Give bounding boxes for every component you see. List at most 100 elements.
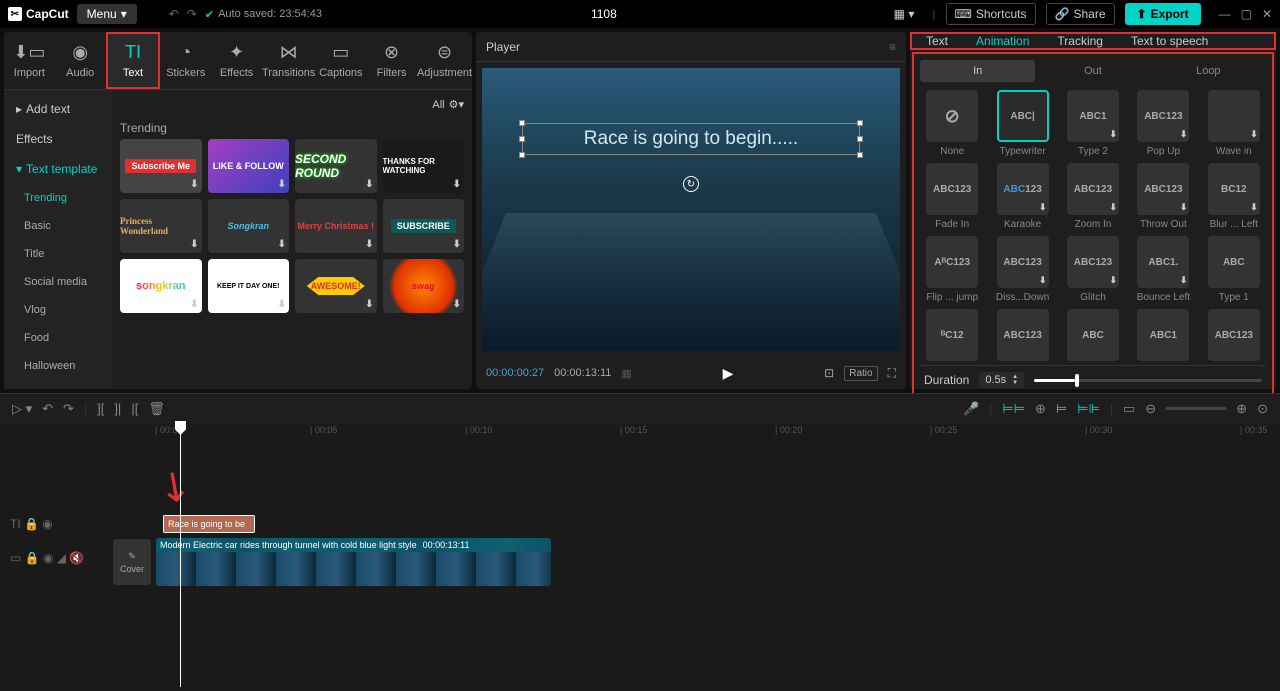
tab-stickers[interactable]: ◔Stickers (160, 32, 211, 89)
sidebar-sub-trending[interactable]: Trending (4, 184, 112, 212)
download-icon[interactable]: ⬇ (1109, 275, 1117, 286)
animation-item[interactable]: ABCType 1 (1202, 236, 1266, 303)
tab-import[interactable]: ⬇▭Import (4, 32, 55, 89)
magnet-tool[interactable]: ⊨ (1056, 401, 1067, 417)
template-item[interactable]: Subscribe Me⬇ (120, 139, 202, 193)
playhead-line[interactable] (180, 423, 181, 687)
download-icon[interactable]: ⬇ (278, 239, 286, 250)
sidebar-add-text[interactable]: ▸ Add text (4, 94, 112, 124)
shortcuts-button[interactable]: ⌨ Shortcuts (946, 3, 1036, 25)
download-icon[interactable]: ⬇ (1180, 275, 1188, 286)
animation-item[interactable]: BC12⬇Blur ... Left (1202, 163, 1266, 230)
anim-subtab-loop[interactable]: Loop (1151, 60, 1266, 82)
animation-item[interactable]: ABC123 (990, 309, 1054, 361)
duration-slider[interactable] (1034, 379, 1262, 382)
anim-subtab-out[interactable]: Out (1035, 60, 1150, 82)
undo-tl[interactable]: ↶ (42, 401, 53, 417)
sidebar-sub-vlog[interactable]: Vlog (4, 296, 112, 324)
text-track-controls[interactable]: TI 🔒 ◉ (0, 515, 108, 533)
redo-tl[interactable]: ↷ (63, 401, 74, 417)
animation-item[interactable]: ABC1⬇Type 2 (1061, 90, 1125, 157)
text-clip[interactable]: Race is going to be (163, 515, 255, 533)
link-tool[interactable]: ⊨⊫ (1077, 401, 1100, 417)
rtab-tracking[interactable]: Tracking (1043, 34, 1117, 48)
rtab-text[interactable]: Text (912, 34, 962, 48)
animation-item[interactable]: ⊘None (920, 90, 984, 157)
tab-transitions[interactable]: ⋈Transitions (262, 32, 315, 89)
animation-item[interactable]: ᴮC12 (920, 309, 984, 361)
download-icon[interactable]: ⬇ (190, 239, 198, 250)
download-icon[interactable]: ⬇ (190, 299, 198, 310)
download-icon[interactable]: ⬇ (453, 239, 461, 250)
download-icon[interactable]: ⬇ (1109, 129, 1117, 140)
sidebar-sub-food[interactable]: Food (4, 324, 112, 352)
download-icon[interactable]: ⬇ (1039, 202, 1047, 213)
sidebar-sub-title[interactable]: Title (4, 240, 112, 268)
download-icon[interactable]: ⬇ (365, 239, 373, 250)
download-icon[interactable]: ⬇ (365, 179, 373, 190)
animation-item[interactable]: ABC1 (1131, 309, 1195, 361)
snap-tool-2[interactable]: ⊕ (1035, 401, 1046, 417)
tab-filters[interactable]: ⊗Filters (366, 32, 417, 89)
download-icon[interactable]: ⬇ (1180, 202, 1188, 213)
animation-item[interactable]: ABC123⬇Karaoke (990, 163, 1054, 230)
download-icon[interactable]: ⬇ (1250, 202, 1258, 213)
preview-tool[interactable]: ▭ (1123, 401, 1135, 417)
cover-button[interactable]: ✎ Cover (113, 539, 151, 585)
rotate-handle[interactable]: ↻ (683, 176, 699, 192)
animation-item[interactable]: ABC123⬇Glitch (1061, 236, 1125, 303)
animation-item[interactable]: ABC123 (1202, 309, 1266, 361)
sidebar-sub-basic[interactable]: Basic (4, 212, 112, 240)
sidebar-sub-halloween[interactable]: Halloween (4, 352, 112, 380)
rtab-animation[interactable]: Animation (962, 34, 1043, 48)
tab-audio[interactable]: ◉Audio (55, 32, 106, 89)
download-icon[interactable]: ⬇ (278, 179, 286, 190)
template-item[interactable]: Merry Christmas !⬇ (295, 199, 377, 253)
video-track-controls[interactable]: ▭ 🔒 ◉ ◢ 🔇 (0, 533, 108, 583)
zoom-in-tool[interactable]: ⊕ (1236, 401, 1247, 417)
template-item[interactable]: SUBSCRIBE⬇ (383, 199, 465, 253)
menu-button[interactable]: Menu▾ (77, 4, 137, 24)
tab-adjustment[interactable]: ⊜Adjustment (417, 32, 472, 89)
download-icon[interactable]: ⬇ (278, 299, 286, 310)
template-item[interactable]: THANKS FOR WATCHING⬇ (383, 139, 465, 193)
rtab-tts[interactable]: Text to speech (1117, 34, 1222, 48)
maximize-button[interactable]: ▢ (1241, 7, 1252, 21)
play-button[interactable]: ▶ (642, 365, 814, 382)
layout-button[interactable]: ▦ ▾ (886, 4, 923, 24)
player-menu-icon[interactable]: ≡ (889, 40, 896, 54)
split-tool[interactable]: ][ (97, 401, 104, 416)
split-left-tool[interactable]: ]| (114, 401, 121, 416)
download-icon[interactable]: ⬇ (453, 299, 461, 310)
tab-text[interactable]: TIText (106, 32, 161, 89)
mic-tool[interactable]: 🎤 (963, 401, 979, 417)
template-item[interactable]: LIKE & FOLLOW⬇ (208, 139, 290, 193)
sidebar-sub-social[interactable]: Social media (4, 268, 112, 296)
player-viewport[interactable]: Race is going to begin..... ↻ (482, 68, 900, 351)
sidebar-effects[interactable]: Effects (4, 124, 112, 154)
minimize-button[interactable]: — (1219, 7, 1231, 21)
redo-icon[interactable]: ↷ (187, 7, 197, 21)
share-button[interactable]: 🔗 Share (1046, 3, 1115, 25)
template-item[interactable]: swag⬇ (383, 259, 465, 313)
tab-captions[interactable]: ▭Captions (315, 32, 366, 89)
fullscreen-icon[interactable]: ⛶ (888, 366, 896, 381)
stepper-down-icon[interactable]: ▼ (1012, 380, 1018, 386)
download-icon[interactable]: ⬇ (453, 179, 461, 190)
template-item[interactable]: songkran⬇ (120, 259, 202, 313)
quality-icon[interactable]: ▦ (621, 367, 631, 380)
download-icon[interactable]: ⬇ (365, 299, 373, 310)
timeline-ruler[interactable]: | 00:00| 00:05| 00:10| 00:15| 00:20| 00:… (0, 423, 1280, 443)
cursor-tool[interactable]: ▷ ▾ (12, 401, 32, 417)
animation-item[interactable]: ABC (1061, 309, 1125, 361)
frame-icon[interactable]: ⊡ (824, 366, 834, 381)
template-item[interactable]: KEEP IT DAY ONE!⬇ (208, 259, 290, 313)
ratio-button[interactable]: Ratio (844, 366, 877, 381)
animation-item[interactable]: AᴮC123Flip ... jump (920, 236, 984, 303)
animation-item[interactable]: ABC123⬇Throw Out (1131, 163, 1195, 230)
animation-item[interactable]: ABC123⬇Diss...Down (990, 236, 1054, 303)
delete-tool[interactable]: 🗑 (148, 401, 165, 417)
video-clip[interactable]: Modern Electric car rides through tunnel… (156, 538, 551, 586)
snap-tool-1[interactable]: ⊨⊨ (1002, 401, 1025, 417)
download-icon[interactable]: ⬇ (1039, 275, 1047, 286)
